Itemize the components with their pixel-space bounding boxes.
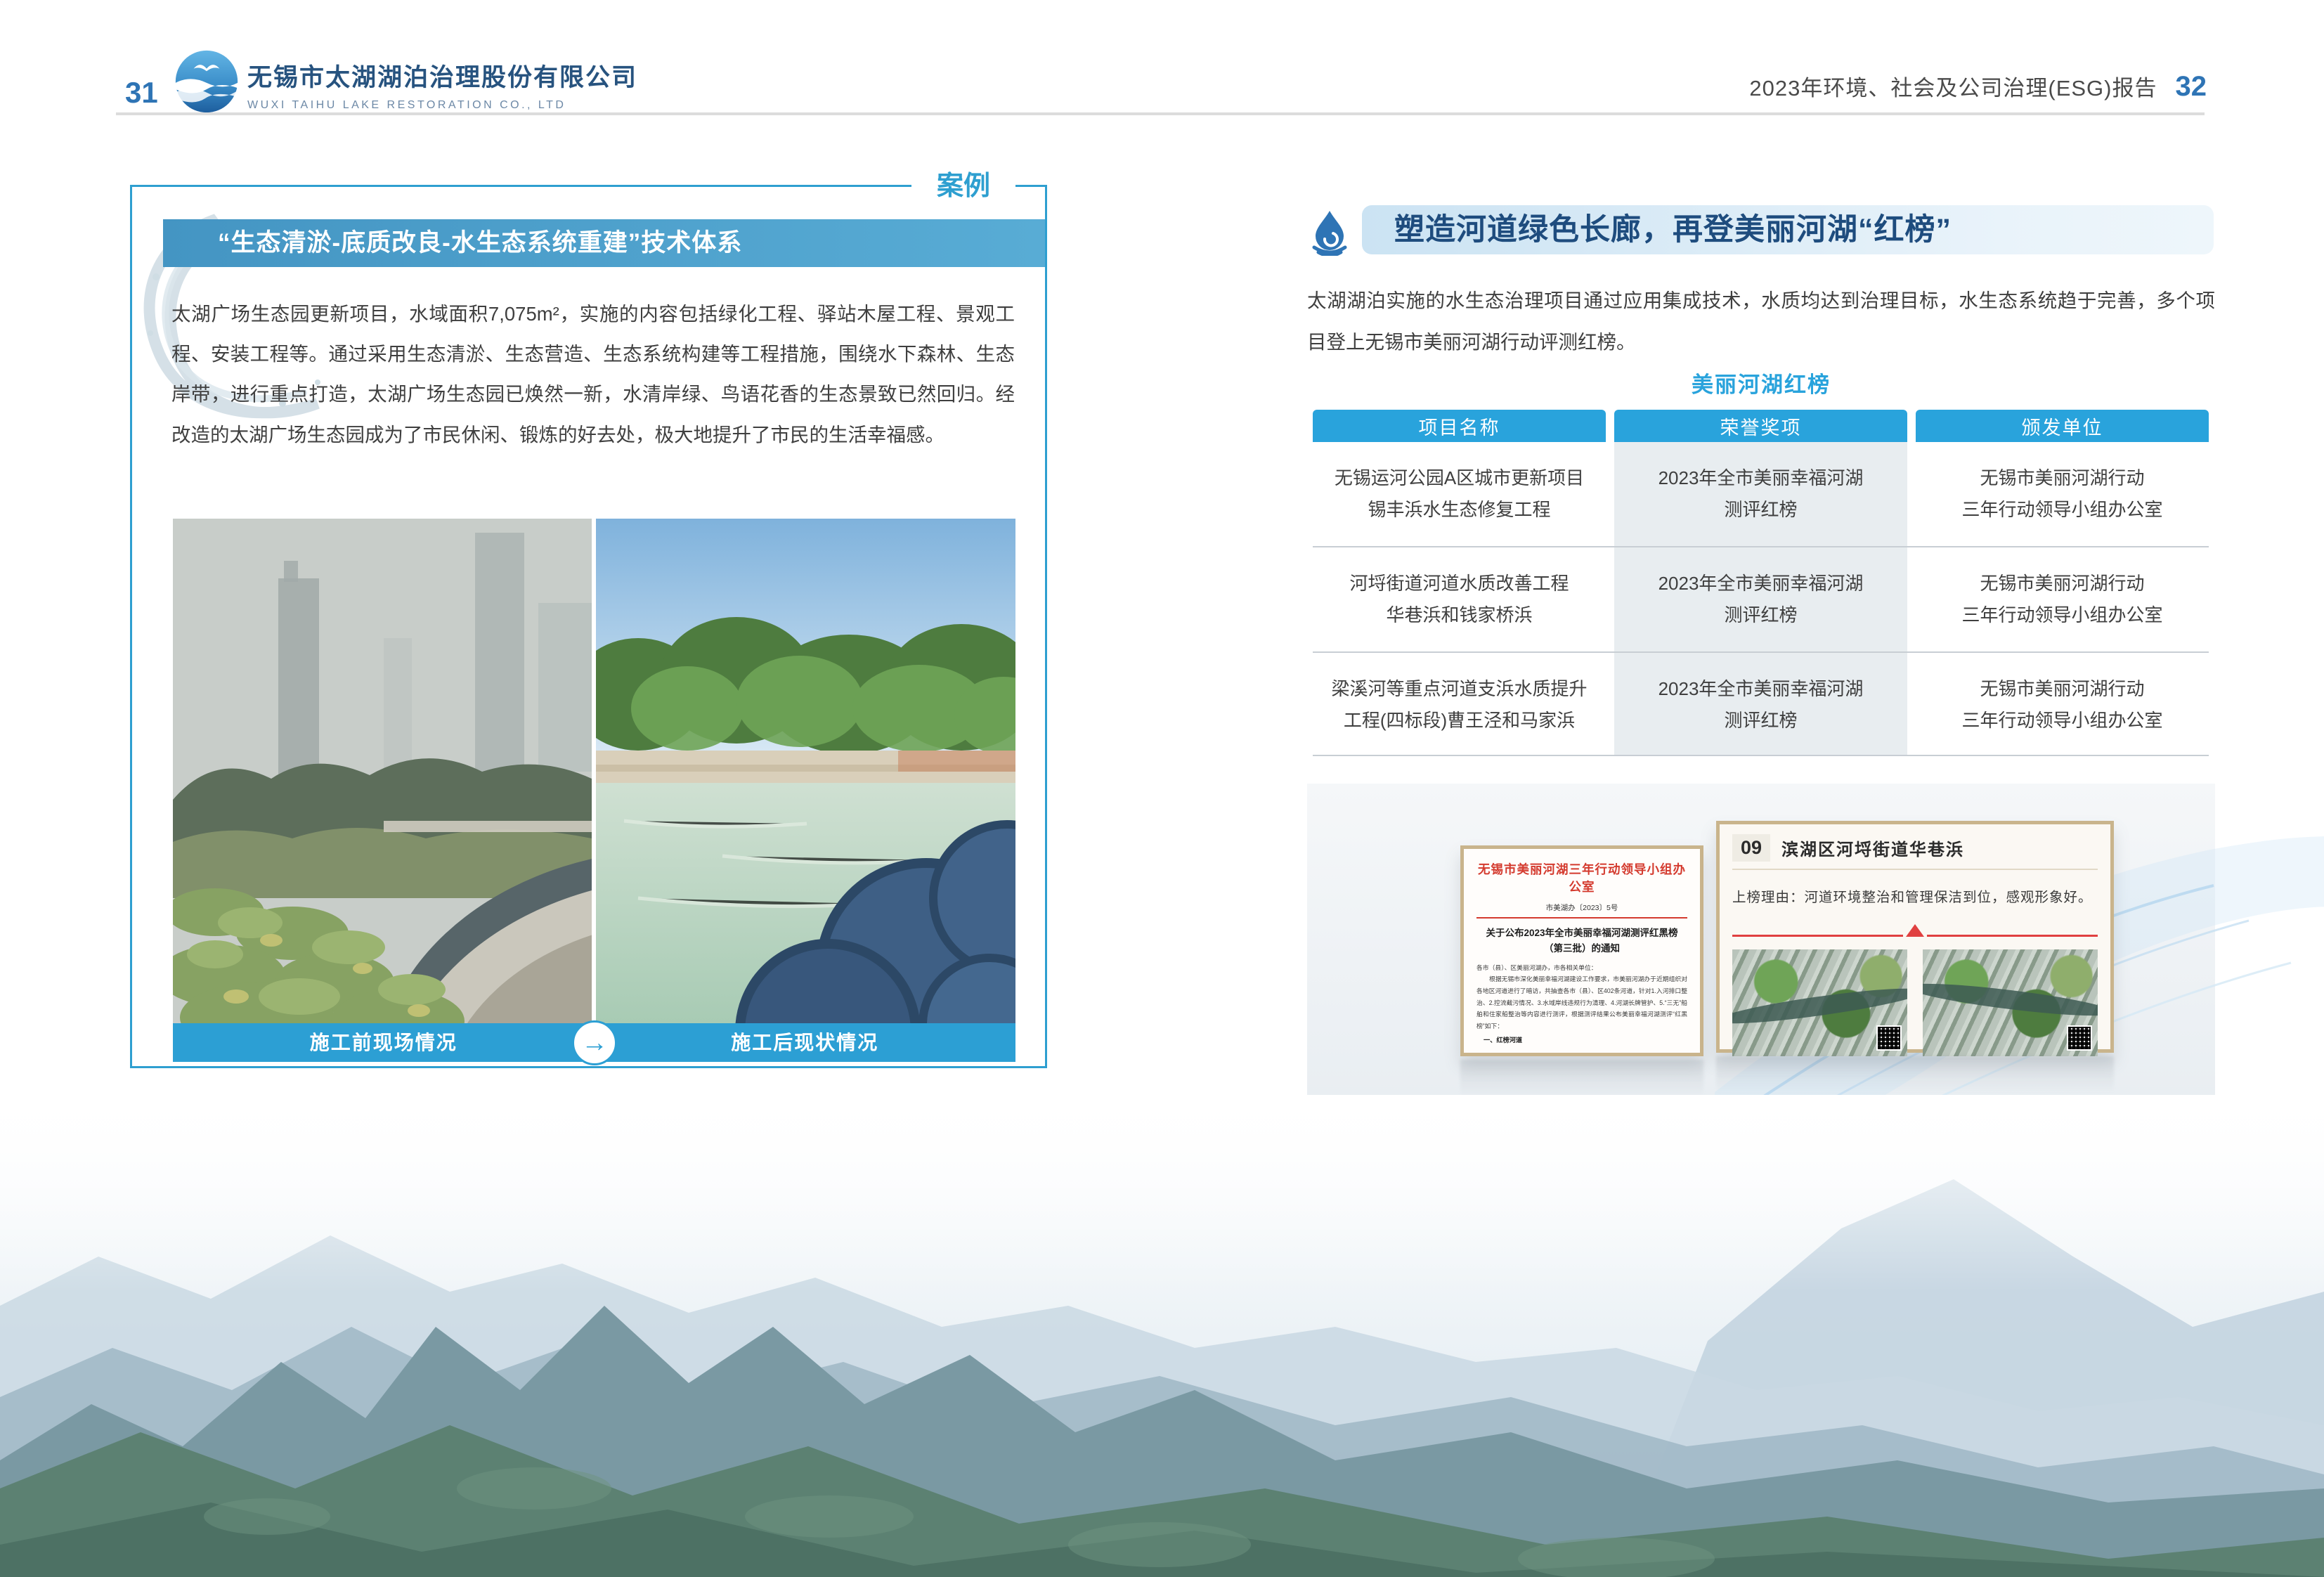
left-page-number: 31: [125, 76, 158, 110]
table-row: 无锡市美丽河湖行动 三年行动领导小组办公室: [1916, 442, 2209, 546]
red-line: [1732, 935, 1903, 937]
table-row: 河埒街道河道水质改善工程 华巷浜和钱家桥浜: [1313, 547, 1606, 651]
cell-line: 河埒街道河道水质改善工程: [1349, 568, 1569, 600]
cell-line: 无锡市美丽河湖行动: [1980, 568, 2144, 600]
cell-line: 测评红榜: [1724, 494, 1797, 526]
company-logo-icon: [174, 49, 239, 114]
table-row: 无锡运河公园A区城市更新项目 锡丰浜水生态修复工程: [1313, 442, 1606, 546]
notice-list-item: 一、红榜河道: [1476, 1034, 1687, 1044]
table-row: 2023年全市美丽幸福河湖 测评红榜: [1614, 653, 1907, 757]
notice-subject: 关于公布2023年全市美丽幸福河湖测评红黑榜（第三批）的通知: [1476, 926, 1687, 956]
section-title: 塑造河道绿色长廊，再登美丽河湖“红榜”: [1394, 205, 1952, 254]
water-drop-icon: [1309, 209, 1351, 256]
case-study-box: 案例 “生态清淤-底质改良-水生态系统重建”技术体系 太湖广场生态园更新项目，水…: [130, 185, 1047, 1068]
section-intro: 太湖湖泊实施的水生态治理项目通过应用集成技术，水质均达到治理目标，水生态系统趋于…: [1307, 280, 2215, 363]
table-row: 2023年全市美丽幸福河湖 测评红榜: [1614, 442, 1907, 546]
table-row: 梁溪河等重点河道支浜水质提升 工程(四标段)曹王泾和马家浜: [1313, 653, 1606, 757]
listing-title: 滨湖区河埒街道华巷浜: [1781, 836, 1964, 860]
esg-report-spread: 31 无锡市太湖湖泊治理股份有限公司 WUXI TAIHU LAKE RESTO…: [0, 0, 2324, 1577]
table-row: 无锡市美丽河湖行动 三年行动领导小组办公室: [1916, 653, 2209, 757]
cell-line: 三年行动领导小组办公室: [1961, 494, 2162, 526]
arrow-right-icon: →: [572, 1020, 617, 1065]
header-divider: [116, 112, 2205, 115]
photo-before-construction: [173, 519, 592, 1023]
red-triangle-icon: [1906, 924, 1924, 937]
cell-line: 测评红榜: [1724, 599, 1797, 632]
cell-line: 锡丰浜水生态修复工程: [1368, 494, 1550, 526]
table-row: 无锡市美丽河湖行动 三年行动领导小组办公室: [1916, 547, 2209, 651]
cell-line: 无锡市美丽河湖行动: [1980, 673, 2144, 706]
red-line: [1927, 935, 2098, 937]
listing-photos: [1732, 949, 2098, 1056]
caption-after: 施工后现状情况: [595, 1023, 1016, 1062]
arrow-glyph: →: [581, 1028, 608, 1058]
table-header-award: 荣誉奖项: [1614, 410, 1907, 442]
table-title: 美丽河湖红榜: [1307, 367, 2215, 398]
report-header: 2023年环境、社会及公司治理(ESG)报告 32: [1749, 70, 2207, 103]
hazy-park-photo: [173, 519, 592, 1023]
listing-index: 09: [1732, 834, 1770, 862]
case-title: “生态清淤-底质改良-水生态系统重建”技术体系: [163, 219, 1045, 267]
cell-line: 工程(四标段)曹王泾和马家浜: [1344, 705, 1575, 737]
listing-header: 09 滨湖区河埒街道华巷浜: [1732, 834, 2098, 870]
river-shape: [1923, 978, 2098, 1023]
company-name-en: WUXI TAIHU LAKE RESTORATION CO., LTD: [247, 99, 637, 112]
notice-red-divider: [1476, 917, 1687, 919]
listing-red-marker: [1732, 924, 2098, 937]
document-reflection: [1716, 1056, 2114, 1093]
cell-line: 2023年全市美丽幸福河湖: [1658, 568, 1864, 600]
qr-code-icon: [2067, 1025, 2092, 1051]
listing-document: 09 滨湖区河埒街道华巷浜 上榜理由：河道环境整治和管理保洁到位，感观形象好。: [1716, 821, 2114, 1053]
mountain-landscape-photo: [0, 1095, 2324, 1577]
cell-line: 2023年全市美丽幸福河湖: [1658, 462, 1864, 495]
cell-line: 华巷浜和钱家桥浜: [1386, 599, 1532, 632]
photo-after-construction: [596, 519, 1015, 1023]
company-name-block: 无锡市太湖湖泊治理股份有限公司 WUXI TAIHU LAKE RESTORAT…: [247, 58, 637, 112]
notice-salutation: 各市（县）、区美丽河湖办，市各相关单位：: [1476, 963, 1687, 972]
qr-code-icon: [1876, 1025, 1902, 1051]
notice-doc-number: 市美湖办〔2023〕5号: [1476, 902, 1687, 913]
table-row: 2023年全市美丽幸福河湖 测评红榜: [1614, 547, 1907, 651]
cell-line: 无锡市美丽河湖行动: [1980, 462, 2144, 495]
right-page-number: 32: [2176, 71, 2207, 103]
cell-line: 2023年全市美丽幸福河湖: [1658, 673, 1864, 706]
case-tag-label: 案例: [911, 166, 1015, 207]
aerial-photo-1: [1732, 949, 1907, 1056]
report-title: 2023年环境、社会及公司治理(ESG)报告: [1749, 70, 2157, 102]
cell-line: 梁溪河等重点河道支浜水质提升: [1331, 673, 1587, 706]
before-after-photos: 施工前现场情况 施工后现状情况 →: [173, 519, 1015, 1062]
listing-reason: 上榜理由：河道环境整治和管理保洁到位，感观形象好。: [1732, 885, 2098, 906]
notice-document: 无锡市美丽河湖三年行动领导小组办公室 市美湖办〔2023〕5号 关于公布2023…: [1460, 845, 1703, 1056]
notice-org-title: 无锡市美丽河湖三年行动领导小组办公室: [1476, 860, 1687, 895]
renewed-park-photo: [596, 519, 1015, 1023]
caption-before: 施工前现场情况: [173, 1023, 595, 1062]
cell-line: 测评红榜: [1724, 705, 1797, 737]
cell-line: 三年行动领导小组办公室: [1961, 599, 2162, 632]
aerial-photo-2: [1923, 949, 2098, 1056]
table-header-project: 项目名称: [1313, 410, 1606, 442]
document-reflection: [1460, 1060, 1703, 1096]
cell-line: 无锡运河公园A区城市更新项目: [1335, 462, 1584, 495]
cell-line: 三年行动领导小组办公室: [1961, 705, 2162, 737]
company-name-cn: 无锡市太湖湖泊治理股份有限公司: [247, 58, 637, 93]
river-shape: [1732, 982, 1907, 1030]
notice-body: 根据无锡市深化美丽幸福河湖建设工作要求，市美丽河湖办于近期组织对各地区河道进行了…: [1476, 973, 1687, 1032]
table-header-issuer: 颁发单位: [1916, 410, 2209, 442]
case-body-text: 太湖广场生态园更新项目，水域面积7,075m²，实施的内容包括绿化工程、驿站木屋…: [171, 294, 1015, 455]
row-separator: [1313, 755, 2209, 756]
